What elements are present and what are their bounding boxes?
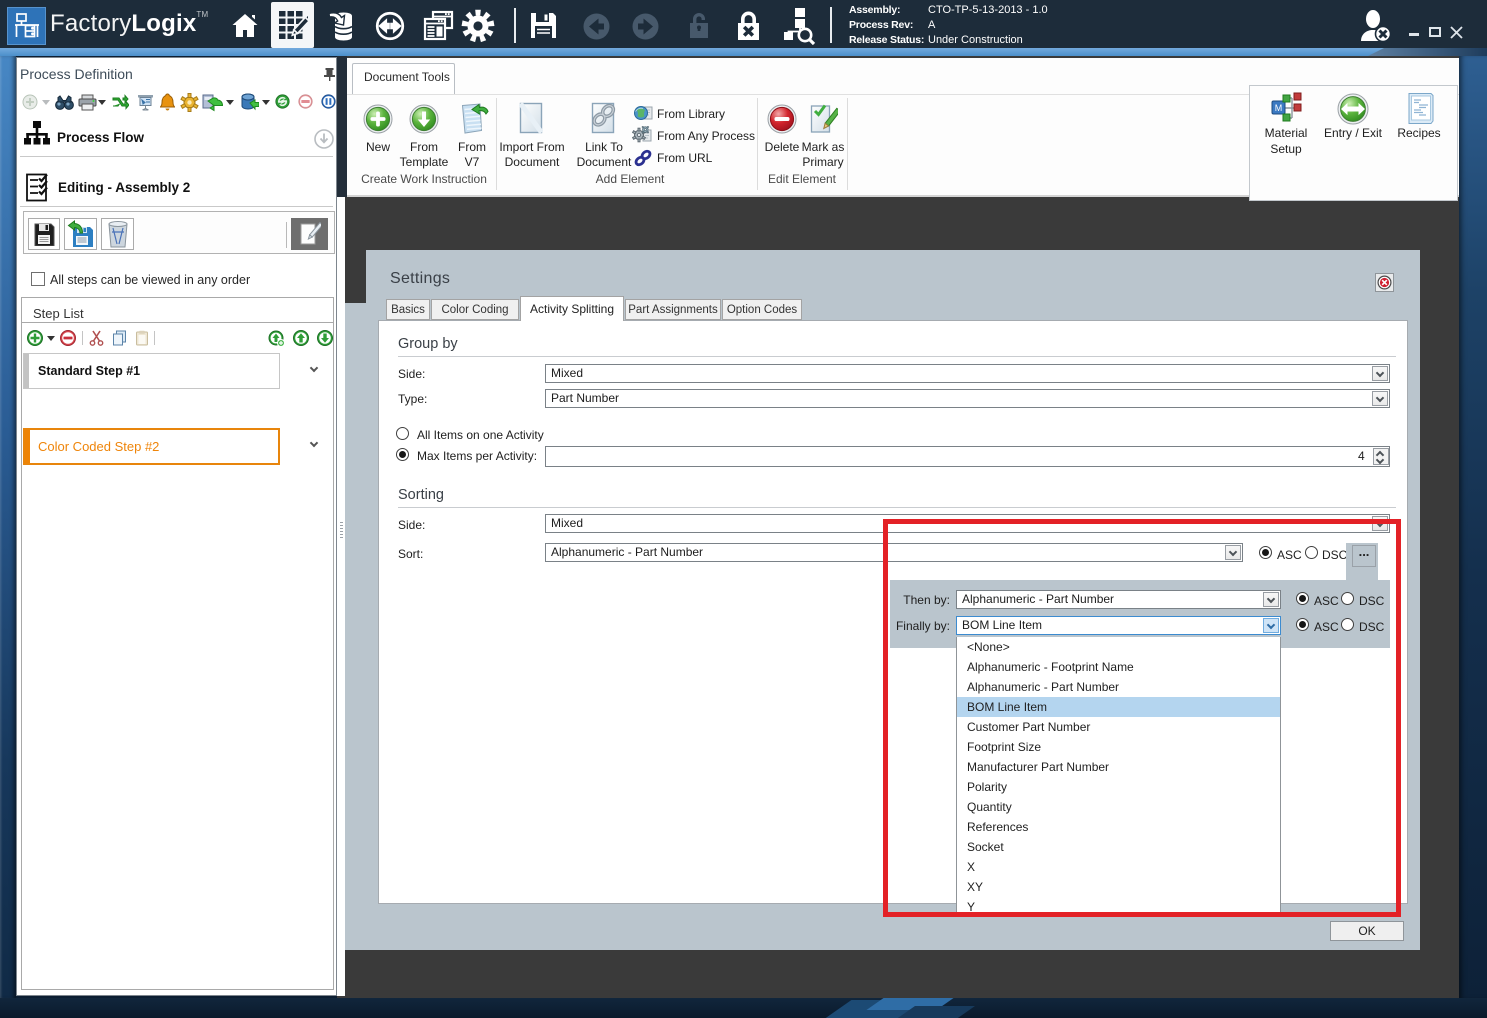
svg-text:M: M <box>1275 103 1283 113</box>
